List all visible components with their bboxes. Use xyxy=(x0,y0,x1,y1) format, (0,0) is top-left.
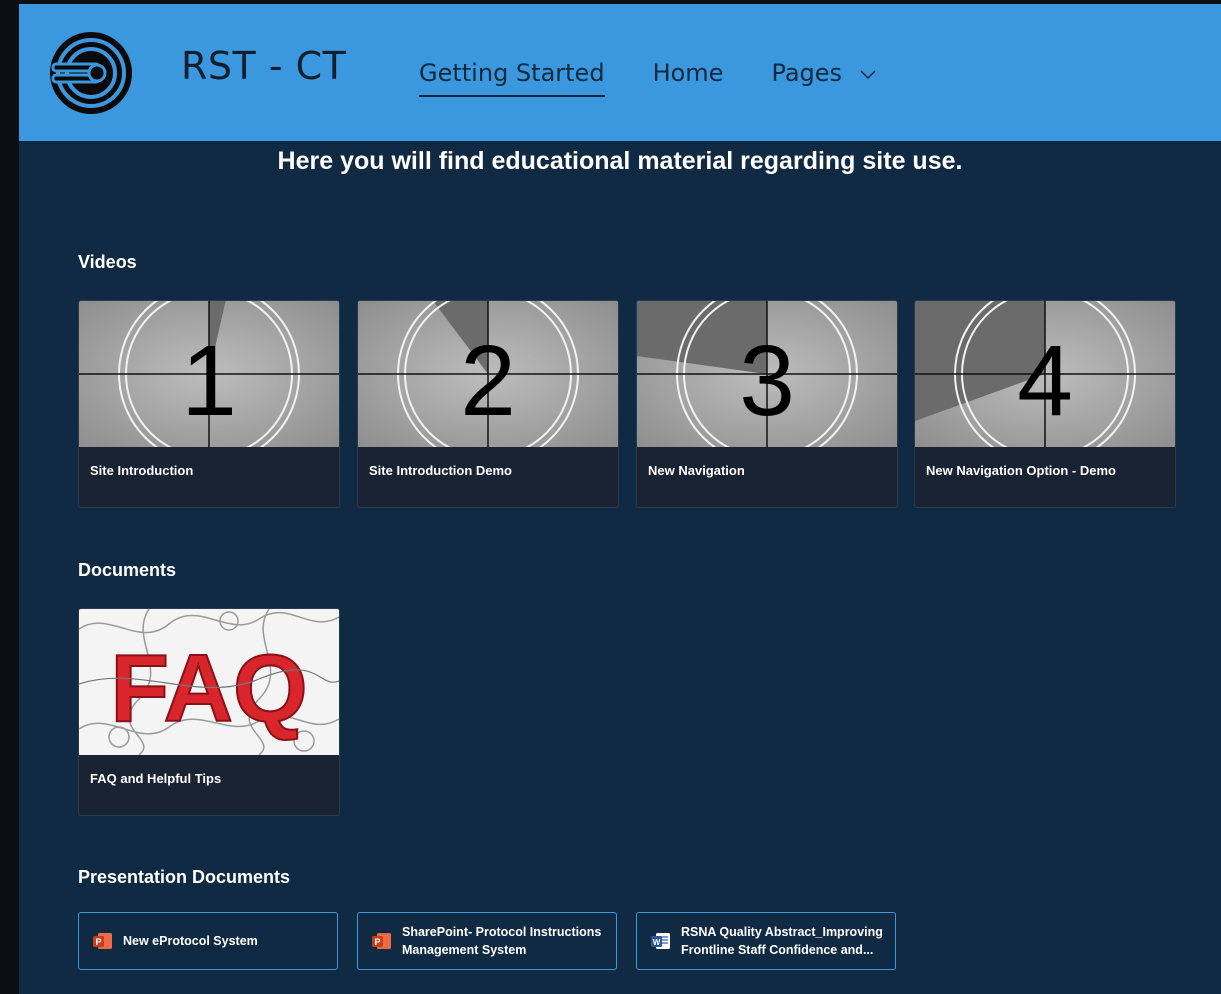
presentation-file-name: RSNA Quality Abstract_Improving Frontlin… xyxy=(681,925,883,957)
presentation-file-name: New eProtocol System xyxy=(123,934,258,948)
powerpoint-icon: P xyxy=(93,933,112,949)
presentation-file-item[interactable]: W RSNA Quality Abstract_Improving Frontl… xyxy=(636,912,896,970)
document-card[interactable]: FAQ FAQ and Helpful Tips xyxy=(78,608,340,816)
nav-pages[interactable]: Pages xyxy=(771,59,876,87)
video-title: New Navigation xyxy=(648,463,745,478)
page-subtitle: Here you will find educational material … xyxy=(277,147,963,175)
nav-label: Home xyxy=(652,59,724,87)
site-logo-icon[interactable] xyxy=(49,31,133,115)
presentation-file-item[interactable]: P New eProtocol System xyxy=(78,912,338,970)
nav-label: Getting Started xyxy=(419,59,605,87)
svg-text:W: W xyxy=(653,938,661,947)
video-card[interactable]: 1 Site Introduction xyxy=(78,300,340,508)
countdown-number: 3 xyxy=(739,325,795,437)
video-card[interactable]: 3 New Navigation xyxy=(636,300,898,508)
word-icon: W xyxy=(651,933,670,949)
video-title: Site Introduction Demo xyxy=(369,463,512,478)
presentation-documents-heading: Presentation Documents xyxy=(78,867,291,887)
video-card[interactable]: 4 New Navigation Option - Demo xyxy=(914,300,1176,508)
video-thumbnail: 2 xyxy=(358,301,618,447)
video-card[interactable]: 2 Site Introduction Demo xyxy=(357,300,619,508)
presentation-file-name: SharePoint- Protocol Instructions Manage… xyxy=(402,925,602,957)
faq-thumb-text: FAQ xyxy=(110,635,307,742)
countdown-number: 4 xyxy=(1017,325,1073,437)
page-frame: RST - CT Getting Started Home Pages Here… xyxy=(19,4,1221,994)
video-thumbnail: 3 xyxy=(637,301,897,447)
nav-getting-started[interactable]: Getting Started xyxy=(419,59,605,97)
site-title[interactable]: RST - CT xyxy=(181,44,346,88)
nav-home[interactable]: Home xyxy=(653,59,724,87)
top-navigation: Getting Started Home Pages xyxy=(419,59,924,97)
video-title: New Navigation Option - Demo xyxy=(926,463,1116,478)
video-thumbnail: 1 xyxy=(79,301,339,447)
chevron-down-icon xyxy=(860,65,876,84)
svg-text:P: P xyxy=(95,937,101,947)
powerpoint-icon: P xyxy=(372,933,391,949)
countdown-number: 2 xyxy=(460,325,516,437)
video-title: Site Introduction xyxy=(90,463,194,478)
nav-label: Pages xyxy=(771,59,843,87)
document-thumbnail: FAQ xyxy=(79,609,339,755)
presentation-file-item[interactable]: P SharePoint- Protocol Instructions Mana… xyxy=(357,912,617,970)
countdown-number: 1 xyxy=(181,325,237,437)
documents-heading: Documents xyxy=(78,560,177,580)
videos-heading: Videos xyxy=(78,252,137,272)
video-thumbnail: 4 xyxy=(915,301,1175,447)
document-title: FAQ and Helpful Tips xyxy=(90,771,222,786)
site-header: RST - CT Getting Started Home Pages xyxy=(19,4,1221,141)
svg-text:P: P xyxy=(374,937,380,947)
